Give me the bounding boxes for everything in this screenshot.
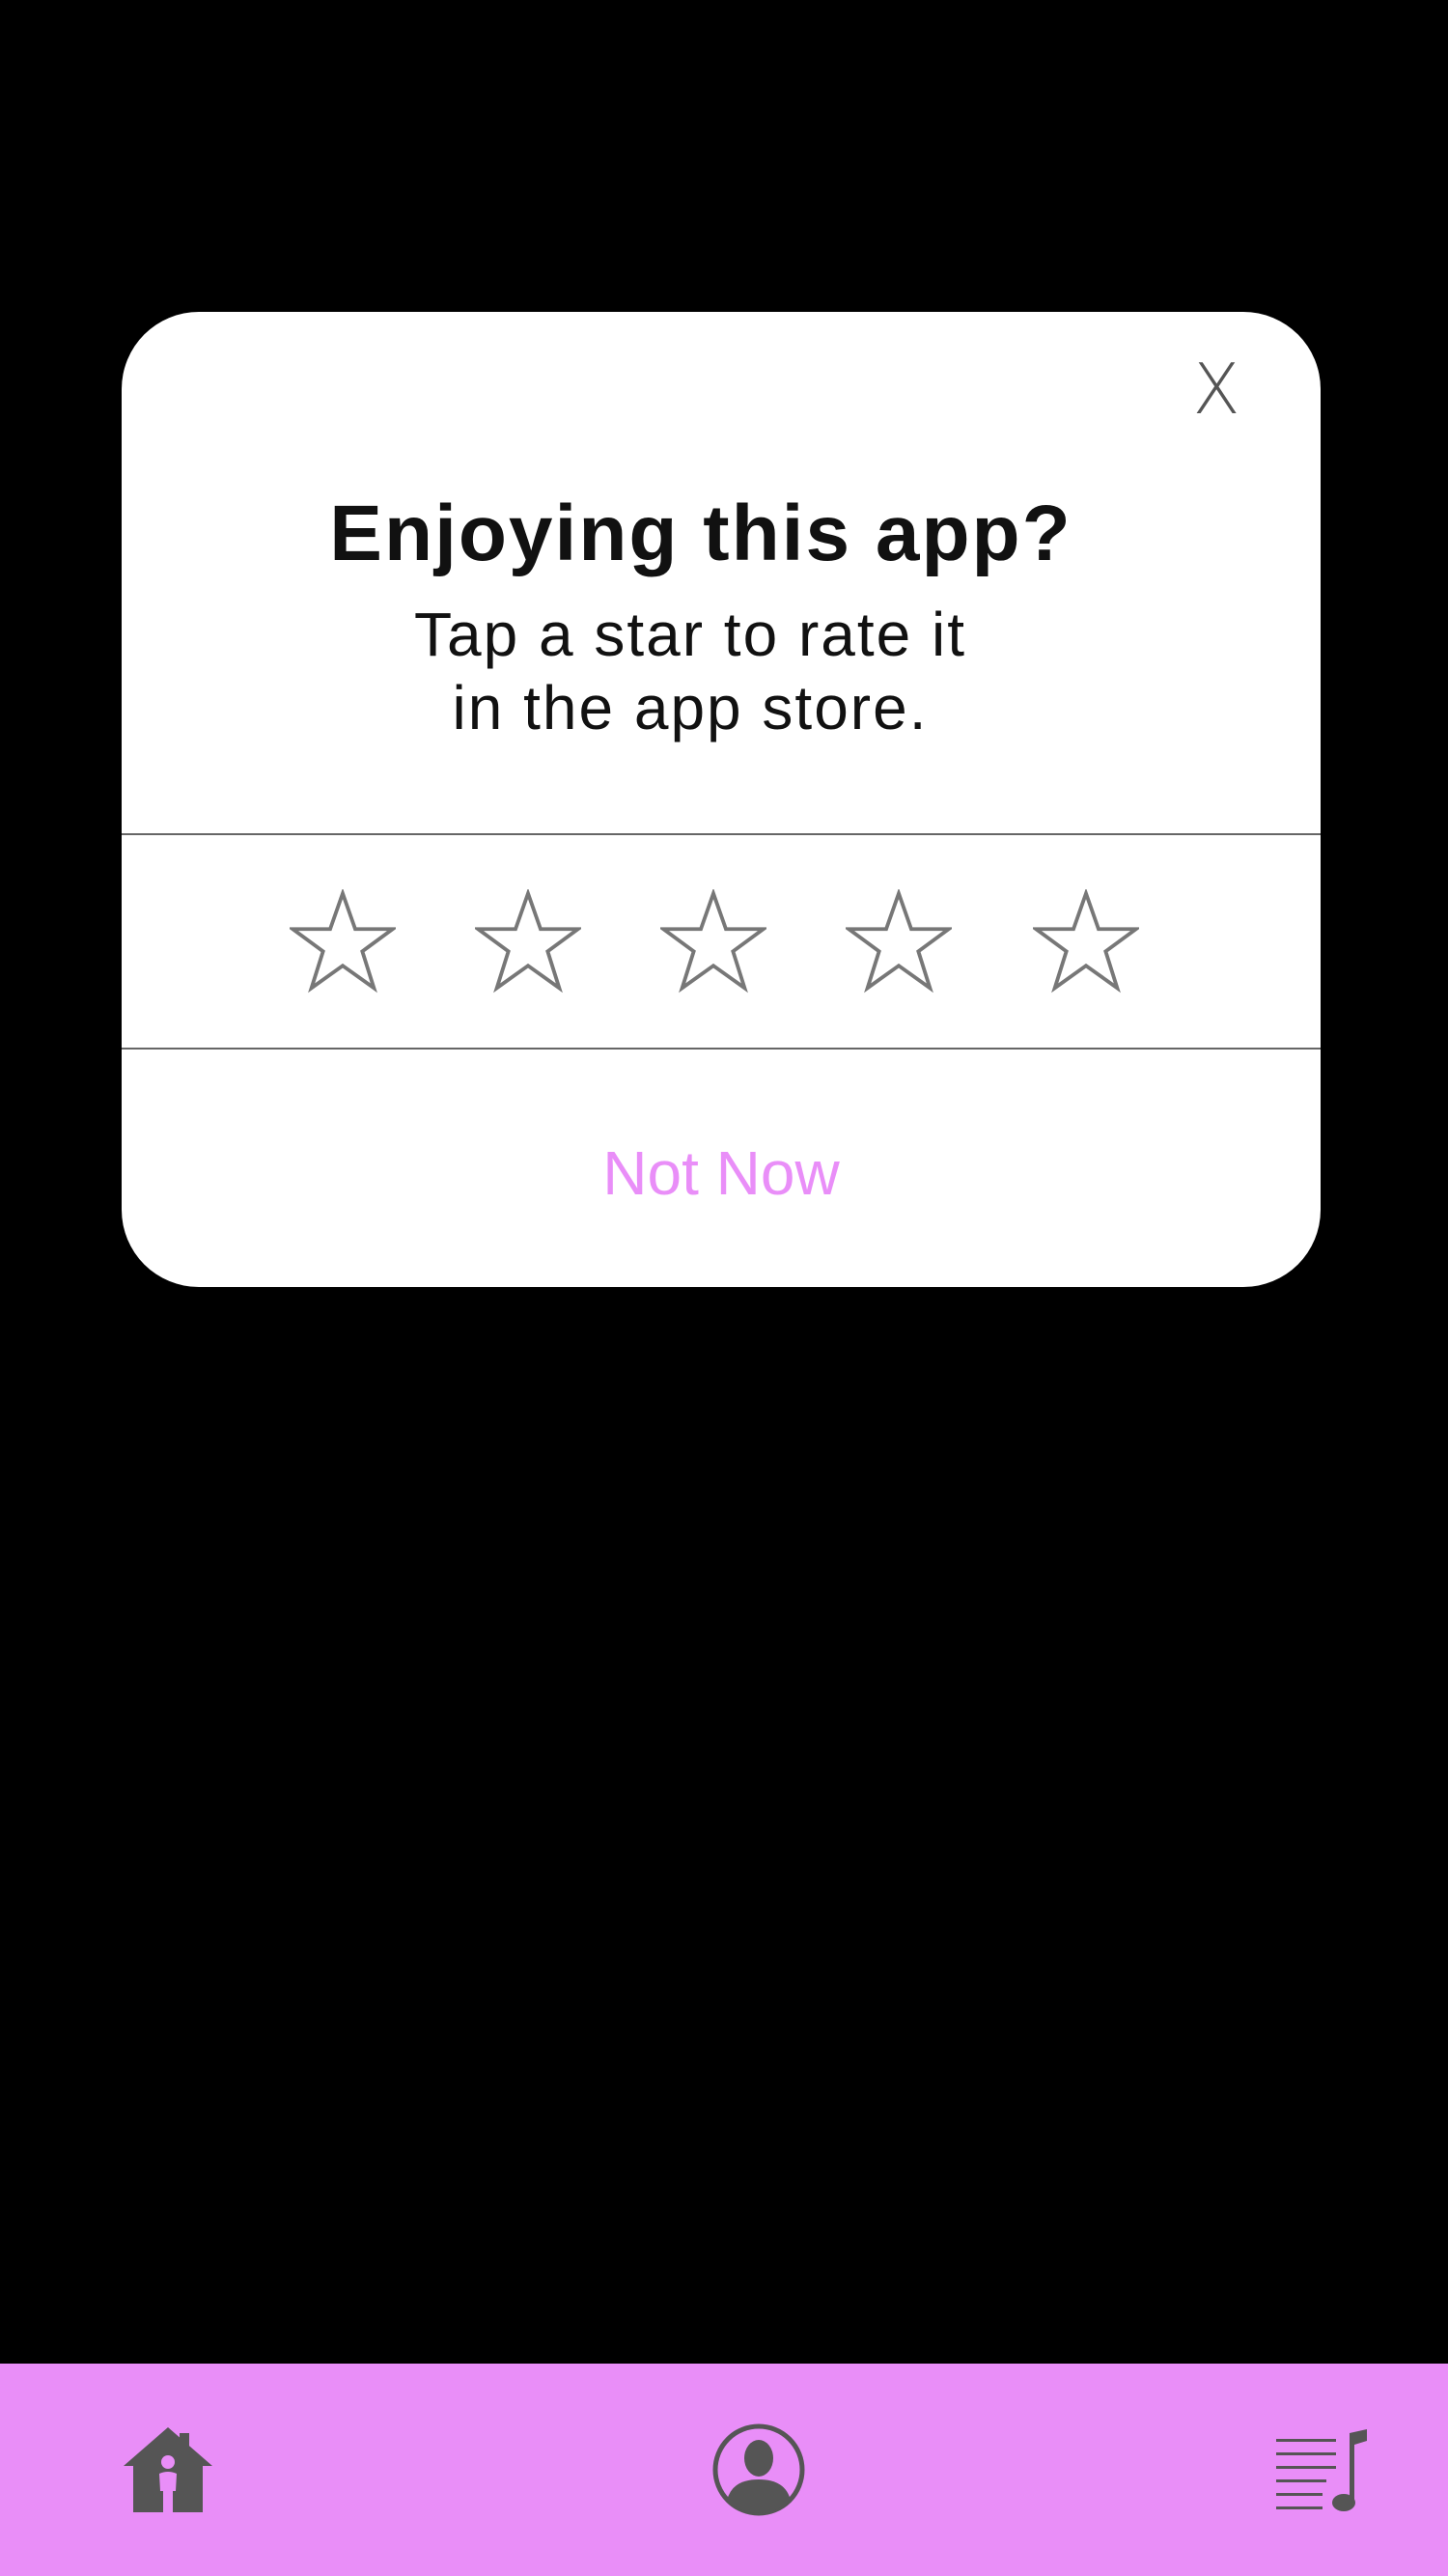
divider-bottom bbox=[122, 1048, 1321, 1050]
star-outline-icon bbox=[1033, 889, 1139, 994]
subtitle-line-2: in the app store. bbox=[452, 673, 929, 742]
close-button[interactable]: X bbox=[1185, 350, 1247, 428]
star-4-button[interactable] bbox=[846, 889, 952, 995]
home-icon bbox=[124, 2427, 212, 2512]
star-outline-icon bbox=[660, 889, 766, 994]
subtitle-line-1: Tap a star to rate it bbox=[413, 600, 967, 669]
star-1-button[interactable] bbox=[290, 889, 396, 995]
not-now-button[interactable]: Not Now bbox=[122, 1134, 1321, 1212]
tab-playlist[interactable] bbox=[1274, 2422, 1371, 2518]
star-rating bbox=[122, 835, 1321, 1048]
dialog-subtitle: Tap a star to rate it in the app store. bbox=[122, 598, 1259, 744]
rating-dialog: X Enjoying this app? Tap a star to rate … bbox=[122, 312, 1321, 1287]
playlist-icon bbox=[1276, 2429, 1367, 2511]
tab-profile[interactable] bbox=[710, 2422, 807, 2518]
star-outline-icon bbox=[290, 889, 396, 994]
star-3-button[interactable] bbox=[660, 889, 766, 995]
dialog-title: Enjoying this app? bbox=[329, 490, 1072, 577]
star-outline-icon bbox=[846, 889, 952, 994]
profile-icon bbox=[712, 2423, 805, 2516]
screen: X Enjoying this app? Tap a star to rate … bbox=[0, 0, 1448, 2576]
star-outline-icon bbox=[475, 889, 581, 994]
star-2-button[interactable] bbox=[475, 889, 581, 995]
tab-bar bbox=[0, 2364, 1448, 2576]
star-5-button[interactable] bbox=[1033, 889, 1139, 995]
tab-home[interactable] bbox=[120, 2422, 216, 2518]
